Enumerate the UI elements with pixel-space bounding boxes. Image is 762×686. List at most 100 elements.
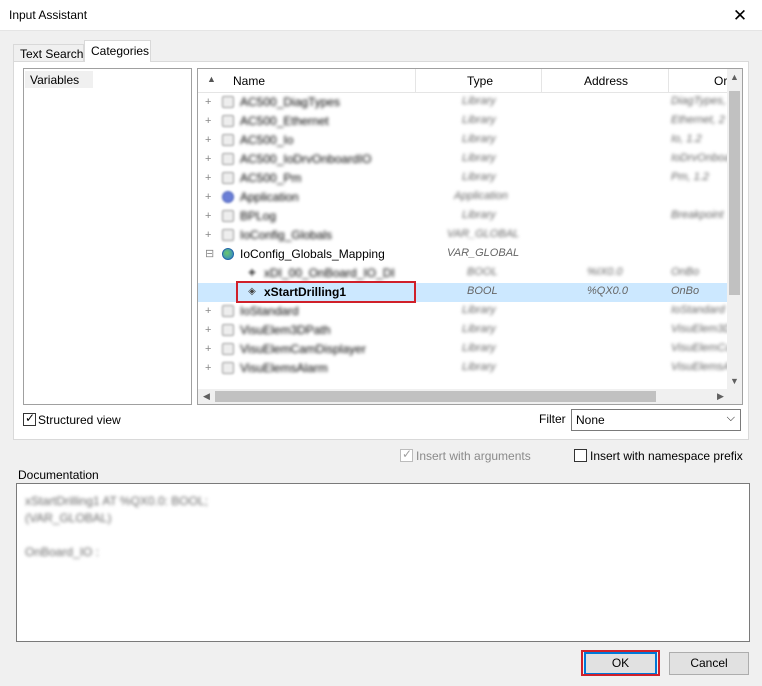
structured-view-checkbox[interactable]	[23, 411, 36, 426]
documentation-text[interactable]: xStartDrilling1 AT %QX0.0: BOOL; (VAR_GL…	[16, 483, 750, 642]
row-type: Library	[462, 361, 496, 373]
tab-label: Categories	[91, 44, 150, 58]
row-name: IoStandard	[240, 304, 299, 318]
library-icon	[222, 305, 234, 317]
row-origin: Breakpoint	[671, 209, 724, 221]
row-origin: IoStandard	[671, 304, 725, 316]
row-name: xDI_00_OnBoard_IO_DI	[264, 266, 395, 280]
tree-row[interactable]: + IoStandard Library IoStandard	[198, 302, 728, 321]
insert-with-arguments-checkbox[interactable]	[400, 447, 413, 462]
application-icon	[222, 191, 234, 203]
tree-row[interactable]: + BPLog Library Breakpoint	[198, 207, 728, 226]
library-icon	[222, 210, 234, 222]
column-type[interactable]: Type	[467, 69, 493, 93]
row-address: %QX0.0	[587, 285, 628, 297]
library-icon	[222, 115, 234, 127]
expand-icon[interactable]: +	[205, 210, 215, 222]
library-icon	[222, 134, 234, 146]
row-type: Application	[454, 190, 508, 202]
tree-row[interactable]: + Application Application	[198, 188, 728, 207]
column-address[interactable]: Address	[584, 69, 628, 93]
structured-view-label: Structured view	[38, 413, 121, 427]
expand-icon[interactable]: +	[205, 305, 215, 317]
row-name: IoConfig_Globals	[240, 228, 333, 242]
expand-icon[interactable]: +	[205, 191, 215, 203]
variable-tree[interactable]: ▲ Name Type Address Or + AC500_DiagTypes L…	[197, 68, 743, 405]
tree-row[interactable]: + AC500_DiagTypes Library DiagTypes, 2	[198, 93, 735, 112]
tree-row[interactable]: + VisuElemsAlarm Library VisuElemsA	[198, 359, 731, 378]
hscroll-thumb[interactable]	[215, 391, 656, 402]
expand-icon[interactable]: +	[205, 324, 215, 336]
row-name: VisuElemCamDisplayer	[240, 342, 366, 356]
vertical-scrollbar[interactable]: ▲ ▼	[727, 69, 742, 390]
tree-row[interactable]: + VisuElemCamDisplayer Library VisuElemCa	[198, 340, 731, 359]
row-type: Library	[462, 171, 496, 183]
expand-icon[interactable]: +	[205, 153, 215, 165]
column-name[interactable]: Name	[233, 69, 265, 93]
close-icon[interactable]: ✕	[718, 0, 762, 31]
expand-icon[interactable]: +	[205, 229, 215, 241]
library-icon	[222, 362, 234, 374]
row-type: Library	[462, 209, 496, 221]
row-origin: OnBo	[671, 266, 700, 278]
scroll-thumb[interactable]	[729, 91, 740, 295]
scroll-up-icon[interactable]: ▲	[727, 69, 742, 86]
row-name: BPLog	[240, 209, 277, 223]
expand-icon[interactable]: +	[205, 96, 215, 108]
library-icon	[222, 324, 234, 336]
horizontal-scrollbar[interactable]: ◀ ▶	[198, 389, 742, 404]
row-name: AC500_Pm	[240, 171, 302, 185]
filter-value: None	[576, 413, 605, 427]
row-origin: VisuElemsA	[671, 361, 731, 373]
insert-namespace-prefix-checkbox[interactable]	[574, 449, 587, 462]
insert-namespace-prefix-label: Insert with namespace prefix	[590, 449, 743, 463]
expand-icon[interactable]: +	[205, 115, 215, 127]
scroll-left-icon[interactable]: ◀	[198, 389, 215, 404]
category-item-variables[interactable]: Variables	[25, 71, 93, 88]
cancel-button[interactable]: Cancel	[669, 652, 749, 675]
category-list[interactable]: Variables	[23, 68, 192, 405]
tree-row[interactable]: ⊟ IoConfig_Globals_Mapping VAR_GLOBAL	[198, 245, 728, 264]
filter-label: Filter	[539, 412, 566, 426]
expand-icon[interactable]: +	[205, 362, 215, 374]
row-origin: Pm, 1.2	[671, 171, 709, 183]
scroll-down-icon[interactable]: ▼	[727, 373, 742, 390]
row-type: Library	[462, 304, 496, 316]
row-type: Library	[462, 95, 496, 107]
tab-categories[interactable]: Categories	[84, 40, 151, 62]
row-name: AC500_Ethernet	[240, 114, 329, 128]
tree-row[interactable]: + AC500_Ethernet Library Ethernet, 2	[198, 112, 728, 131]
variable-icon: ◈	[248, 267, 256, 278]
title-bar: Input Assistant ✕	[0, 0, 762, 31]
collapse-icon[interactable]: ⊟	[205, 248, 215, 260]
row-origin: Ethernet, 2	[671, 114, 725, 126]
tree-row[interactable]: + AC500_IoDrvOnboardIO Library IoDrvOnboard	[198, 150, 740, 169]
tab-text-search[interactable]: Text Search	[13, 44, 84, 62]
tree-row[interactable]: + AC500_Pm Library Pm, 1.2	[198, 169, 728, 188]
row-origin: DiagTypes, 2	[671, 95, 735, 107]
row-type: Library	[462, 342, 496, 354]
row-origin: Io, 1.2	[671, 133, 702, 145]
library-icon	[222, 153, 234, 165]
tree-row[interactable]: + IoConfig_Globals VAR_GLOBAL	[198, 226, 728, 245]
tree-row[interactable]: + AC500_Io Library Io, 1.2	[198, 131, 728, 150]
column-origin[interactable]: Or	[714, 69, 727, 93]
library-icon	[222, 172, 234, 184]
chevron-down-icon: ⌵	[726, 412, 735, 424]
expand-icon[interactable]: +	[205, 343, 215, 355]
row-type: Library	[462, 114, 496, 126]
tree-row[interactable]: + VisuElem3DPath Library VisuElem3D	[198, 321, 732, 340]
expand-icon[interactable]: +	[205, 134, 215, 146]
row-name: VisuElemsAlarm	[240, 361, 328, 375]
doc-line: (VAR_GLOBAL)	[25, 511, 112, 525]
row-type: VAR_GLOBAL	[447, 247, 520, 259]
tab-label: Text Search	[20, 47, 84, 61]
filter-select[interactable]: None ⌵	[571, 409, 741, 431]
library-icon	[222, 229, 234, 241]
globe-icon	[222, 248, 234, 260]
sort-up-icon[interactable]: ▲	[207, 74, 216, 84]
row-type: Library	[462, 152, 496, 164]
expand-icon[interactable]: +	[205, 172, 215, 184]
row-type: BOOL	[467, 285, 498, 297]
row-origin: VisuElem3D	[671, 323, 732, 335]
